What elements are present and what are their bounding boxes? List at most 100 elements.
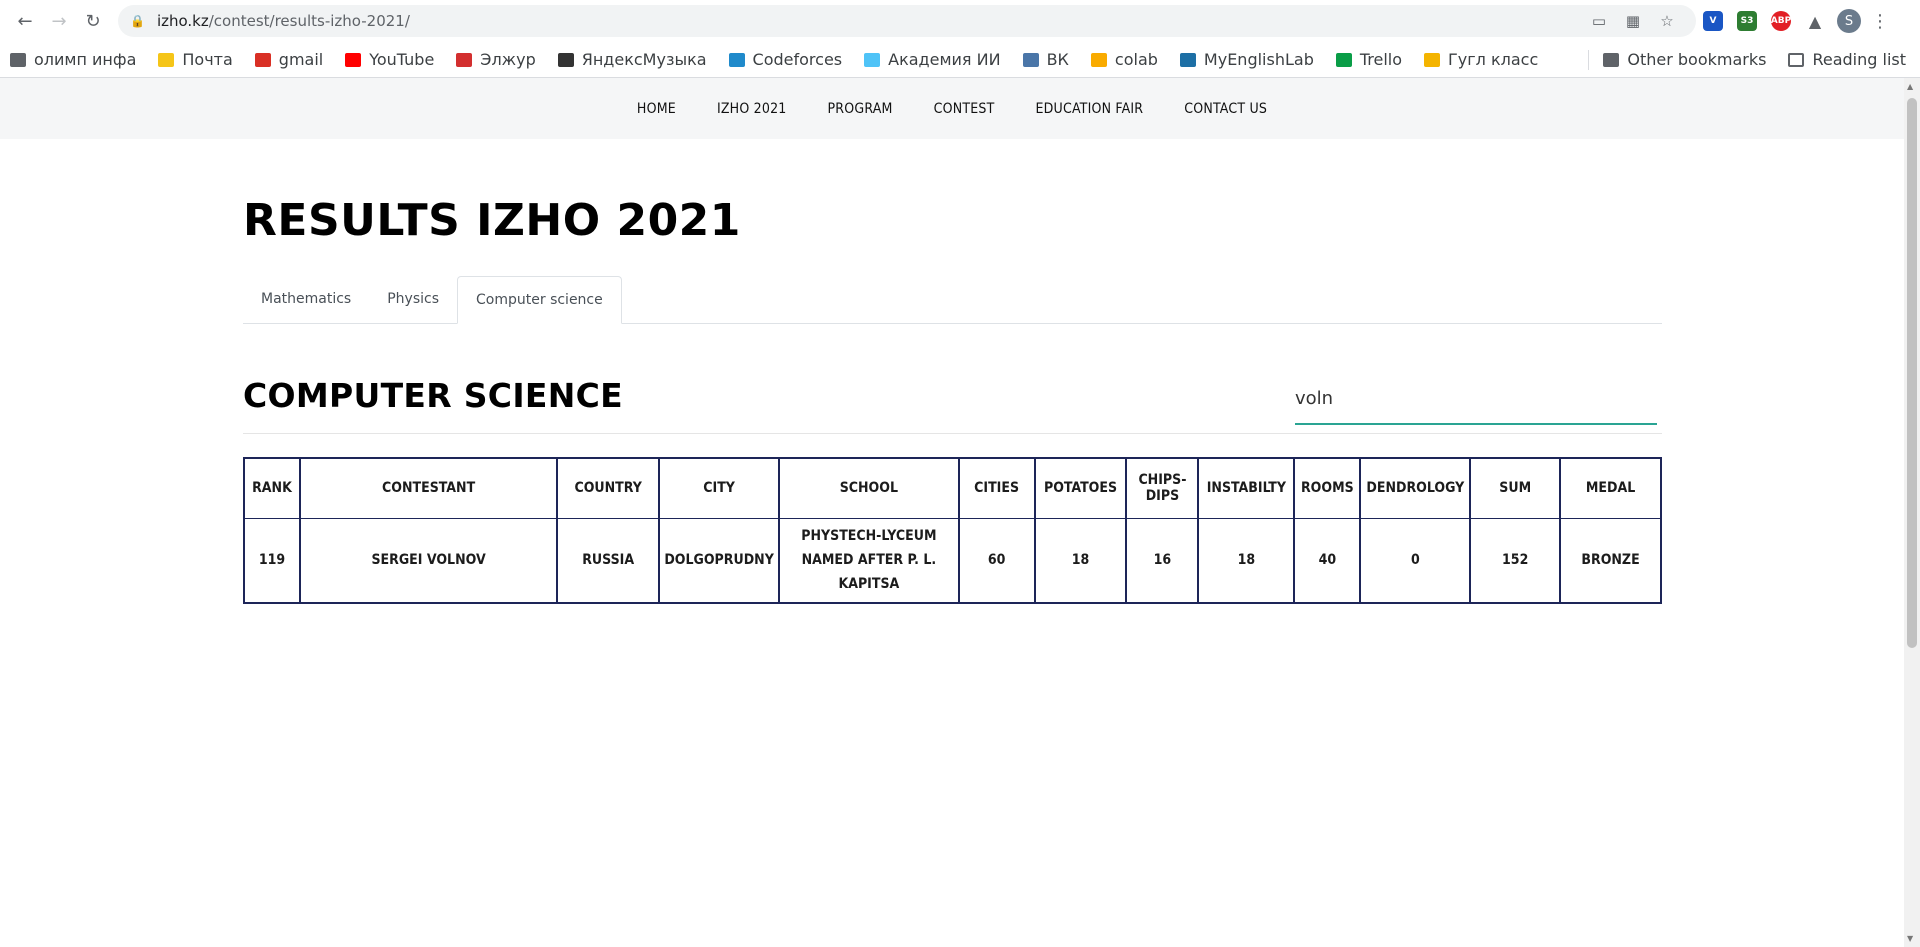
column-header: POTATOES — [1033, 457, 1128, 519]
v-extension-icon[interactable]: V — [1696, 4, 1730, 38]
folder-icon — [1603, 52, 1620, 67]
bookmark-label: Codeforces — [752, 50, 843, 69]
lock-icon: 🔒 — [130, 14, 145, 28]
column-header: SCHOOL — [778, 457, 960, 519]
table-cell: 18 — [1197, 517, 1296, 604]
url-path: /contest/results-izho-2021/ — [208, 12, 410, 30]
profile-avatar[interactable]: S — [1832, 4, 1866, 38]
tab-mathematics[interactable]: Mathematics — [243, 275, 369, 323]
table-cell: 119 — [243, 517, 301, 604]
bookmark-label: Trello — [1359, 50, 1403, 69]
column-header: CITY — [658, 457, 781, 519]
column-header: CITIES — [957, 457, 1036, 519]
bookmark-item[interactable]: colab — [1090, 50, 1158, 69]
bookmark-item[interactable]: gmail — [254, 50, 324, 69]
youtube-icon — [345, 52, 362, 67]
column-header: DENDROLOGY — [1359, 457, 1472, 519]
subject-tabs: Mathematics Physics Computer science — [243, 276, 1662, 324]
bookmark-item[interactable]: ВК — [1022, 50, 1069, 69]
trello-icon — [1335, 52, 1352, 67]
table-cell: PHYSTECH-LYCEUM NAMED AFTER P. L. KAPITS… — [778, 517, 960, 604]
bookmark-label: олимп инфа — [34, 50, 137, 69]
bookmark-item[interactable]: ЯндексМузыка — [557, 50, 707, 69]
forward-button-icon[interactable]: → — [42, 4, 76, 38]
myenglishlab-icon — [1179, 52, 1196, 67]
table-cell: 60 — [957, 517, 1036, 604]
browser-menu-icon[interactable]: ⋮ — [1866, 11, 1894, 32]
s3-extension-icon[interactable]: S3 — [1730, 4, 1764, 38]
qr-code-icon[interactable]: ▦ — [1616, 12, 1650, 30]
results-table: RANK CONTESTANT COUNTRY CITY SCHOOL CITIES POT… — [243, 457, 1662, 604]
nav-contest[interactable]: CONTEST — [934, 101, 995, 117]
bookmark-label: Элжур — [480, 50, 536, 69]
table-cell: BRONZE — [1559, 517, 1662, 604]
reload-button-icon[interactable]: ↻ — [76, 4, 110, 38]
bookmark-item[interactable]: Codeforces — [728, 50, 843, 69]
reading-list-icon — [1788, 52, 1805, 67]
page: HOME IZHO 2021 PROGRAM CONTEST EDUCATION… — [0, 78, 1904, 947]
bookmark-label: gmail — [278, 50, 324, 69]
table-cell: 40 — [1293, 517, 1362, 604]
scroll-thumb[interactable] — [1907, 98, 1917, 648]
reading-list[interactable]: Reading list — [1788, 50, 1906, 69]
back-button-icon[interactable]: ← — [8, 4, 42, 38]
nav-home[interactable]: HOME — [637, 101, 676, 117]
folder-icon — [10, 52, 26, 67]
ai-academy-icon — [864, 52, 881, 67]
bookmark-item[interactable]: Элжур — [456, 50, 536, 69]
bookmark-label: MyEnglishLab — [1203, 50, 1314, 69]
cast-icon[interactable]: ▭ — [1582, 12, 1616, 30]
table-cell: SERGEI VOLNOV — [298, 517, 559, 604]
bookmark-item[interactable]: олимп инфа — [10, 50, 136, 69]
bookmarks-right: Other bookmarks Reading list — [1588, 49, 1910, 70]
bookmarks-separator — [1588, 49, 1590, 70]
bookmark-item[interactable]: YouTube — [345, 50, 434, 69]
bookmark-item[interactable]: Академия ИИ — [864, 50, 1001, 69]
tab-computer-science[interactable]: Computer science — [457, 276, 622, 324]
bookmark-item[interactable]: Гугл класс — [1424, 50, 1538, 69]
section-title: COMPUTER SCIENCE — [243, 376, 624, 415]
address-bar[interactable]: 🔒 izho.kz /contest/results-izho-2021/ ▭ … — [118, 5, 1696, 37]
mail-icon — [158, 52, 175, 67]
adblock-icon[interactable]: ABP — [1764, 4, 1798, 38]
nav-izho-2021[interactable]: IZHO 2021 — [717, 101, 787, 117]
bookmark-item[interactable]: MyEnglishLab — [1179, 50, 1314, 69]
extensions-puzzle-icon[interactable]: ▲ — [1798, 4, 1832, 38]
codeforces-icon — [728, 52, 745, 67]
reading-list-label: Reading list — [1812, 50, 1906, 69]
bookmark-label: Гугл класс — [1448, 50, 1539, 69]
page-title: RESULTS IZHO 2021 — [243, 195, 741, 246]
table-cell: 18 — [1033, 517, 1128, 604]
browser-toolbar: ← → ↻ 🔒 izho.kz /contest/results-izho-20… — [0, 0, 1920, 42]
column-header: CONTESTANT — [298, 457, 559, 519]
tab-physics[interactable]: Physics — [369, 275, 457, 323]
bookmarks-bar: олимп инфа Почта gmail YouTube Элжур ЯндексМу… — [0, 42, 1920, 78]
bookmark-star-icon[interactable]: ☆ — [1650, 12, 1684, 30]
nav-education-fair[interactable]: EDUCATION FAIR — [1035, 101, 1143, 117]
column-header: SUM — [1469, 457, 1562, 519]
url-host: izho.kz — [156, 12, 209, 30]
table-row: 119 SERGEI VOLNOV RUSSIA DOLGOPRUDNY PHYSTEC… — [243, 517, 1662, 604]
scroll-up-icon[interactable]: ▲ — [1907, 82, 1913, 91]
vk-icon — [1022, 52, 1039, 67]
table-cell: 0 — [1359, 517, 1472, 604]
other-bookmarks-label: Other bookmarks — [1627, 50, 1767, 69]
table-cell: 152 — [1469, 517, 1562, 604]
nav-program[interactable]: PROGRAM — [828, 101, 893, 117]
scroll-down-icon[interactable]: ▼ — [1907, 934, 1913, 943]
column-header: RANK — [243, 457, 301, 519]
bookmark-item[interactable]: Trello — [1335, 50, 1403, 69]
colab-icon — [1090, 52, 1107, 67]
column-header: CHIPS-DIPS — [1125, 457, 1200, 519]
table-header-row: RANK CONTESTANT COUNTRY CITY SCHOOL CITIES POT… — [243, 457, 1662, 519]
google-classroom-icon — [1424, 52, 1441, 67]
search-input[interactable]: voln — [1295, 380, 1657, 425]
bookmark-label: colab — [1114, 50, 1158, 69]
table-cell: RUSSIA — [556, 517, 661, 604]
table-cell: 16 — [1125, 517, 1200, 604]
bookmark-item[interactable]: Почта — [158, 50, 233, 69]
eljur-icon — [456, 52, 473, 67]
page-scrollbar[interactable]: ▲ ▼ — [1904, 78, 1920, 947]
other-bookmarks[interactable]: Other bookmarks — [1603, 50, 1766, 69]
nav-contact-us[interactable]: CONTACT US — [1184, 101, 1267, 117]
